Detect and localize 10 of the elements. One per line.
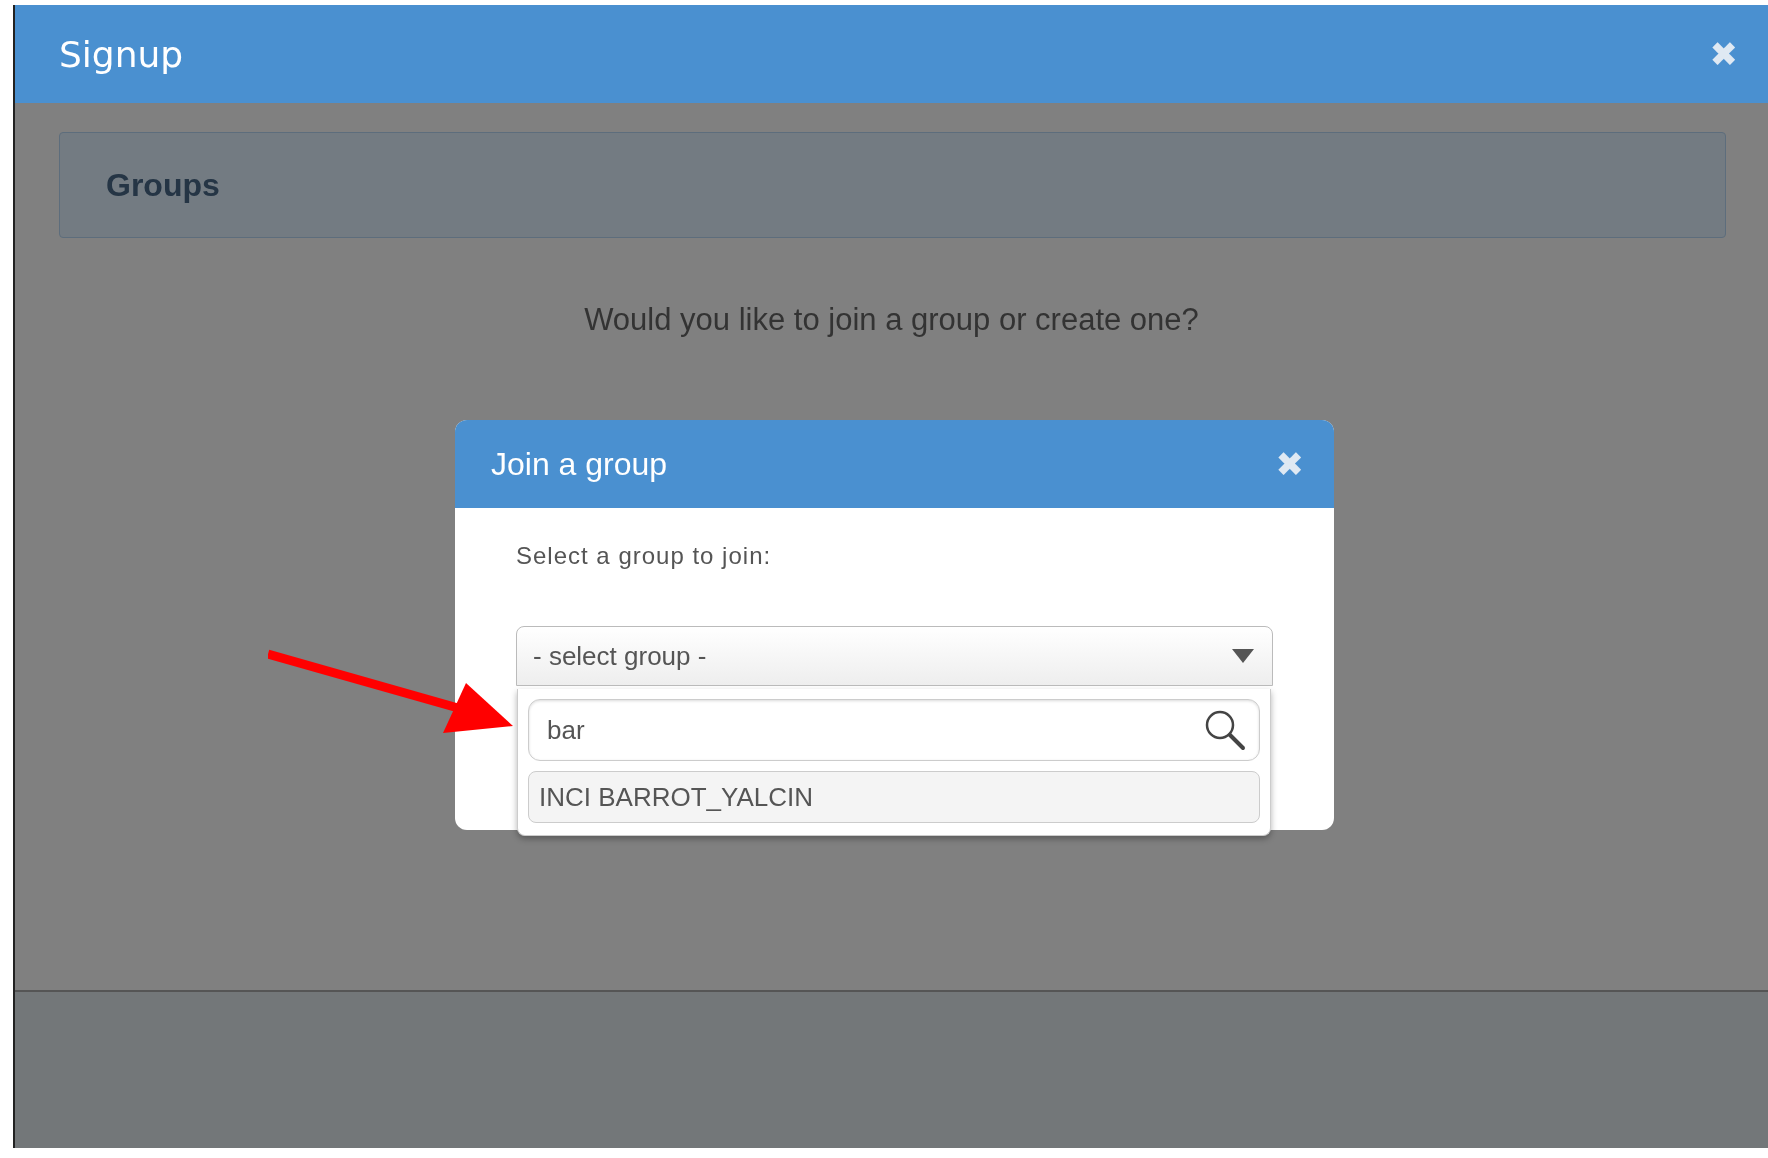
search-icon: [1204, 709, 1246, 751]
caret-icon: [1232, 649, 1254, 663]
window-title: Signup: [59, 33, 184, 75]
dialog-title: Join a group: [491, 445, 668, 483]
select-label: Select a group to join:: [516, 542, 773, 570]
prompt-text: Would you like to join a group or create one?: [583, 302, 1200, 338]
panel-title: Groups: [106, 166, 220, 204]
group-select[interactable]: - select group -: [516, 626, 1273, 686]
search-field[interactable]: bar: [528, 699, 1260, 761]
dropdown-option[interactable]: INCI BARROT_YALCIN: [528, 771, 1260, 823]
